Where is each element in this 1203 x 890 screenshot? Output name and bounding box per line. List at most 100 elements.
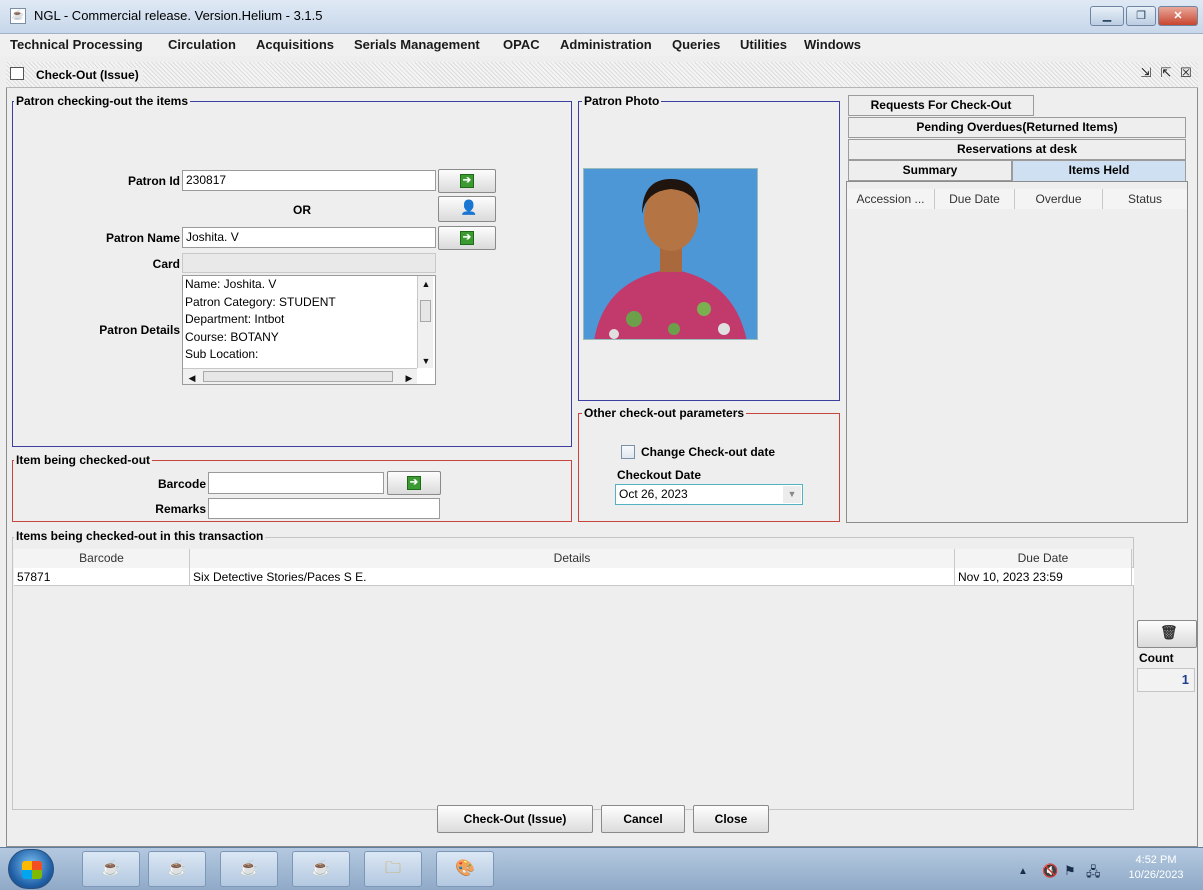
scroll-down-icon[interactable]: ▼: [418, 353, 434, 367]
barcode-label: Barcode: [157, 477, 206, 491]
count-label: Count: [1139, 651, 1174, 665]
taskbar-clock[interactable]: 4:52 PM 10/26/2023: [1116, 853, 1196, 883]
frame-title-bar: Check-Out (Issue): [6, 62, 1198, 88]
patron-details-textarea[interactable]: Name: Joshita. V Patron Category: STUDEN…: [182, 275, 436, 385]
menu-acquisitions[interactable]: Acquisitions: [256, 37, 334, 52]
tab-reservations-at-desk[interactable]: Reservations at desk: [848, 139, 1186, 160]
scroll-left-icon[interactable]: ◀: [186, 370, 198, 388]
remarks-label: Remarks: [155, 502, 206, 516]
tab-summary[interactable]: Summary: [848, 160, 1012, 181]
patron-detail-line: Sub Location:: [185, 347, 259, 361]
menu-opac[interactable]: OPAC: [503, 37, 540, 52]
tab-items-held[interactable]: Items Held: [1012, 160, 1186, 181]
menu-administration[interactable]: Administration: [560, 37, 652, 52]
patron-detail-line: Patron Category: STUDENT: [185, 294, 336, 309]
details-vertical-scrollbar[interactable]: ▲ ▼: [417, 276, 433, 368]
col-overdue[interactable]: Overdue: [1015, 189, 1103, 209]
folder-icon: 🗀: [384, 860, 401, 877]
patron-photo: [583, 168, 758, 340]
window-title: NGL - Commercial release. Version.Helium…: [34, 8, 323, 23]
menu-serials-management[interactable]: Serials Management: [354, 37, 480, 52]
trash-icon: 🗑: [1160, 624, 1178, 640]
delete-row-button[interactable]: 🗑: [1137, 620, 1197, 648]
checkout-button[interactable]: Check-Out (Issue): [437, 805, 593, 833]
checkout-date-combo[interactable]: Oct 26, 2023: [615, 484, 803, 505]
taskbar-paint[interactable]: 🎨: [436, 851, 494, 887]
frame-window-icon: [10, 67, 24, 80]
patron-search-button[interactable]: 👤: [438, 196, 496, 222]
menu-queries[interactable]: Queries: [672, 37, 720, 52]
patron-name-go-button[interactable]: ➔: [438, 226, 496, 250]
barcode-go-button[interactable]: ➔: [387, 471, 441, 495]
minimize-button[interactable]: ▁: [1090, 6, 1124, 26]
frame-maximize-icon[interactable]: ⇱: [1158, 66, 1174, 82]
patron-id-go-button[interactable]: ➔: [438, 169, 496, 193]
scroll-h-thumb[interactable]: [203, 371, 393, 382]
java-icon: ☕: [101, 860, 121, 877]
item-group-title: Item being checked-out: [14, 453, 153, 467]
transaction-table-header: Barcode Details Due Date: [14, 549, 1134, 568]
scroll-right-icon[interactable]: ▶: [403, 370, 415, 388]
go-arrow-icon: ➔: [460, 231, 474, 245]
card-field: [182, 253, 436, 273]
col-status[interactable]: Status: [1103, 189, 1187, 209]
paint-icon: 🎨: [455, 860, 475, 877]
taskbar-java-app-4[interactable]: ☕: [292, 851, 350, 887]
clock-date: 10/26/2023: [1128, 869, 1184, 881]
frame-title: Check-Out (Issue): [36, 68, 143, 82]
details-horizontal-scrollbar[interactable]: ◀ ▶: [183, 368, 417, 384]
patron-details-label: Patron Details: [99, 323, 180, 337]
patron-name-field[interactable]: Joshita. V: [182, 227, 436, 248]
action-center-flag-icon[interactable]: ⚑: [1064, 863, 1076, 879]
or-label: OR: [293, 203, 311, 217]
menu-utilities[interactable]: Utilities: [740, 37, 787, 52]
show-hidden-icons-icon[interactable]: ▲: [1018, 866, 1028, 877]
taskbar-java-app-2[interactable]: ☕: [148, 851, 206, 887]
menu-circulation[interactable]: Circulation: [168, 37, 236, 52]
maximize-button[interactable]: ❐: [1126, 6, 1156, 26]
taskbar-file-explorer[interactable]: 🗀: [364, 851, 422, 887]
java-icon: ☕: [311, 860, 331, 877]
table-row[interactable]: 57871 Six Detective Stories/Paces S E. N…: [14, 568, 1134, 586]
java-icon: ☕: [167, 860, 187, 877]
row-barcode: 57871: [14, 568, 190, 586]
java-app-icon: ☕: [10, 8, 26, 24]
col-due-date[interactable]: Due Date: [935, 189, 1015, 209]
patron-name-label: Patron Name: [105, 231, 180, 245]
network-icon[interactable]: 🖧: [1086, 863, 1101, 885]
col-details[interactable]: Details: [190, 549, 955, 568]
taskbar-java-app-1[interactable]: ☕: [82, 851, 140, 887]
cancel-button[interactable]: Cancel: [601, 805, 685, 833]
row-due-date: Nov 10, 2023 23:59: [955, 568, 1132, 586]
dropdown-arrow-icon[interactable]: ▼: [783, 486, 801, 503]
frame-close-icon[interactable]: ☒: [1178, 66, 1194, 82]
change-date-checkbox[interactable]: [621, 445, 635, 459]
patron-photo-title: Patron Photo: [582, 94, 662, 108]
count-value: 1: [1137, 668, 1195, 692]
volume-muted-icon[interactable]: 🔇: [1042, 863, 1058, 879]
col-due-date-transaction[interactable]: Due Date: [955, 549, 1132, 568]
menu-technical-processing[interactable]: Technical Processing: [10, 37, 143, 52]
barcode-field[interactable]: [208, 472, 384, 494]
remarks-field[interactable]: [208, 498, 440, 519]
col-barcode[interactable]: Barcode: [14, 549, 190, 568]
patron-detail-line: Department: Intbot: [185, 312, 285, 326]
close-window-button[interactable]: ✕: [1158, 6, 1198, 26]
patron-id-field[interactable]: 230817: [182, 170, 436, 191]
tab-requests-for-checkout[interactable]: Requests For Check-Out: [848, 95, 1034, 116]
close-button[interactable]: Close: [693, 805, 769, 833]
menu-windows[interactable]: Windows: [804, 37, 861, 52]
col-accession[interactable]: Accession ...: [847, 189, 935, 209]
start-button[interactable]: [8, 849, 54, 889]
scroll-thumb[interactable]: [420, 300, 431, 322]
taskbar-java-app-3[interactable]: ☕: [220, 851, 278, 887]
patron-detail-line: Course: BOTANY: [185, 329, 279, 344]
scroll-up-icon[interactable]: ▲: [418, 276, 434, 290]
card-label: Card: [152, 257, 180, 271]
checkout-date-label: Checkout Date: [617, 468, 702, 482]
patron-detail-line: Name: Joshita. V: [185, 277, 277, 291]
clock-time: 4:52 PM: [1135, 854, 1177, 866]
row-details: Six Detective Stories/Paces S E.: [190, 568, 955, 586]
frame-iconify-icon[interactable]: ⇲: [1138, 66, 1154, 82]
tab-pending-overdues[interactable]: Pending Overdues(Returned Items): [848, 117, 1186, 138]
